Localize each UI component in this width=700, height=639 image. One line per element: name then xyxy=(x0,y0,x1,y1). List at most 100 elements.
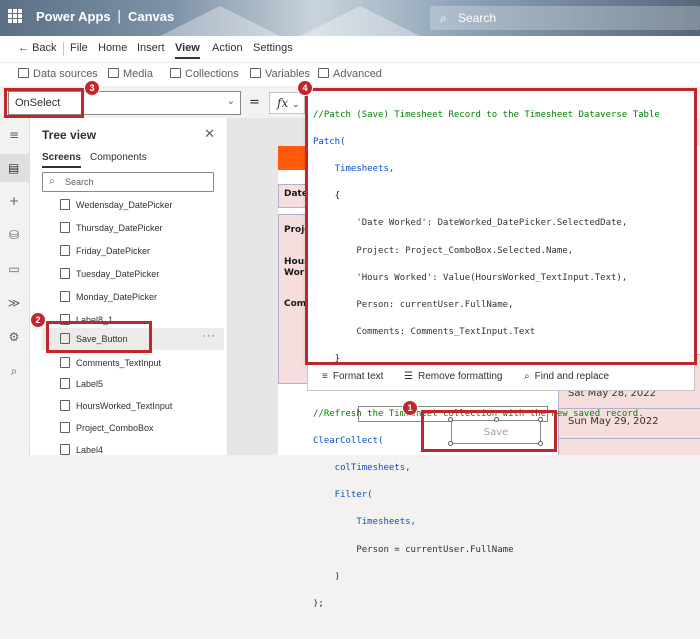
more-options-icon[interactable]: ··· xyxy=(202,330,216,342)
format-text-label: Format text xyxy=(332,371,384,382)
menu-home[interactable]: Home xyxy=(98,42,127,54)
variables-button[interactable]: Variables xyxy=(250,68,310,80)
tree-search-placeholder: Search xyxy=(65,177,94,187)
header-background-art xyxy=(160,6,280,36)
collections-button[interactable]: Collections xyxy=(170,68,239,80)
tab-screens[interactable]: Screens xyxy=(42,152,81,168)
find-replace-button[interactable]: ⌕ Find and replace xyxy=(524,371,609,382)
variables-label: Variables xyxy=(265,68,311,80)
media-rail-icon[interactable]: ▭ xyxy=(7,262,21,276)
tree-item-label: Comments_TextInput xyxy=(76,358,162,368)
data-sources-button[interactable]: Data sources xyxy=(18,68,98,80)
variables-icon xyxy=(250,68,261,78)
tree-item-label: Friday_DatePicker xyxy=(76,246,151,256)
media-icon xyxy=(108,68,119,78)
fx-chevron-icon: ⌄ xyxy=(292,100,300,110)
data-cylinder-icon[interactable]: ⛁ xyxy=(7,228,21,242)
advanced-button[interactable]: Advanced xyxy=(318,68,382,80)
advanced-tools-icon[interactable]: ⚙ xyxy=(7,330,21,344)
menu-settings[interactable]: Settings xyxy=(253,42,293,54)
insert-plus-icon[interactable]: + xyxy=(7,194,21,208)
fx-label: fx xyxy=(277,96,289,110)
close-icon[interactable]: ✕ xyxy=(204,126,215,142)
tree-item[interactable]: Friday_DatePicker xyxy=(42,241,224,261)
back-arrow-icon: ← xyxy=(18,42,29,54)
label-icon xyxy=(60,444,70,455)
tree-item[interactable]: Wedensday_DatePicker xyxy=(42,195,224,215)
search-icon: ⌕ xyxy=(49,176,55,187)
menu-bar: ← Back File Home Insert View Action Sett… xyxy=(0,36,700,62)
search-icon: ⌕ xyxy=(440,11,447,25)
app-mode: Canvas xyxy=(128,9,175,24)
code-line: ); xyxy=(313,598,324,609)
menu-insert[interactable]: Insert xyxy=(137,42,165,54)
menu-divider xyxy=(63,42,64,56)
format-text-button[interactable]: ≡ Format text xyxy=(322,371,383,382)
database-icon xyxy=(18,68,29,78)
chevron-down-icon: ⌄ xyxy=(226,96,235,107)
app-name: Power Apps xyxy=(36,9,111,24)
callout-badge-3: 3 xyxy=(84,80,100,96)
tree-item[interactable]: Label4 xyxy=(42,440,224,460)
collections-icon xyxy=(170,68,181,78)
tree-item[interactable]: Project_ComboBox xyxy=(42,418,224,438)
date-picker-icon xyxy=(60,245,70,256)
tree-item-label: Project_ComboBox xyxy=(76,423,154,433)
tree-search-input[interactable]: ⌕ Search xyxy=(42,172,214,192)
tree-item[interactable]: Comments_TextInput xyxy=(42,353,224,373)
code-line: colTimesheets, xyxy=(313,463,411,474)
tree-item-label: Label4 xyxy=(76,445,104,455)
tree-item-label: Wedensday_DatePicker xyxy=(76,200,173,210)
global-search-placeholder: Search xyxy=(458,11,497,25)
tree-item[interactable]: Label5 xyxy=(42,374,224,394)
tree-item[interactable]: Monday_DatePicker xyxy=(42,287,224,307)
back-label: Back xyxy=(32,42,57,54)
left-rail: ≡ ▤ + ⛁ ▭ ≫ ⚙ ⌕ xyxy=(0,118,30,455)
tree-item[interactable]: Tuesday_DatePicker xyxy=(42,264,224,284)
tree-item[interactable]: HoursWorked_TextInput xyxy=(42,396,224,416)
layers-icon: ▤ xyxy=(8,161,20,175)
search-rail-icon[interactable]: ⌕ xyxy=(7,364,21,378)
callout-badge-4: 4 xyxy=(297,80,313,96)
date-picker-icon xyxy=(60,268,70,279)
fx-button[interactable]: fx ⌄ xyxy=(269,92,305,114)
media-button[interactable]: Media xyxy=(108,68,153,80)
tree-item-label: Label5 xyxy=(76,379,104,389)
global-search-input[interactable]: ⌕ Search xyxy=(430,6,700,30)
callout-badge-1: 1 xyxy=(402,400,418,416)
equals-sign: = xyxy=(249,95,260,110)
code-line: ) xyxy=(313,571,341,582)
menu-action[interactable]: Action xyxy=(212,42,243,54)
app-launcher-icon[interactable] xyxy=(8,9,22,23)
code-line: Person = currentUser.FullName xyxy=(313,544,514,555)
tree-item[interactable]: Thursday_DatePicker xyxy=(42,218,224,238)
menu-file[interactable]: File xyxy=(70,42,88,54)
collections-label: Collections xyxy=(185,68,239,80)
power-automate-icon[interactable]: ≫ xyxy=(7,296,21,310)
settings-sliders-icon xyxy=(318,68,329,78)
tree-item-label: Thursday_DatePicker xyxy=(76,223,163,233)
data-sources-label: Data sources xyxy=(33,68,98,80)
tree-view-panel: Tree view ✕ Screens Components ⌕ Search … xyxy=(30,118,228,455)
callout-badge-2: 2 xyxy=(30,312,46,328)
remove-formatting-icon: ☰ xyxy=(404,371,413,382)
menu-view[interactable]: View xyxy=(175,42,200,59)
tab-components[interactable]: Components xyxy=(90,152,147,163)
tree-view-title: Tree view xyxy=(42,128,97,142)
text-input-icon xyxy=(60,400,70,411)
format-text-icon: ≡ xyxy=(322,371,328,382)
remove-formatting-button[interactable]: ☰ Remove formatting xyxy=(404,371,502,382)
callout-box-tree-item xyxy=(46,321,152,353)
date-picker-icon xyxy=(60,291,70,302)
ribbon-toolbar: Data sources Media Collections Variables… xyxy=(0,62,700,86)
app-header: Power Apps | Canvas ⌕ Search xyxy=(0,0,700,36)
callout-box-formula xyxy=(305,88,697,365)
label-icon xyxy=(60,378,70,389)
header-separator: | xyxy=(117,9,122,24)
hamburger-menu-icon[interactable]: ≡ xyxy=(7,128,21,142)
back-button[interactable]: ← Back xyxy=(18,42,57,54)
tree-item-label: HoursWorked_TextInput xyxy=(76,401,173,411)
code-line: Filter( xyxy=(313,490,373,501)
remove-formatting-label: Remove formatting xyxy=(417,371,503,382)
tree-view-rail-button[interactable]: ▤ xyxy=(0,154,30,182)
